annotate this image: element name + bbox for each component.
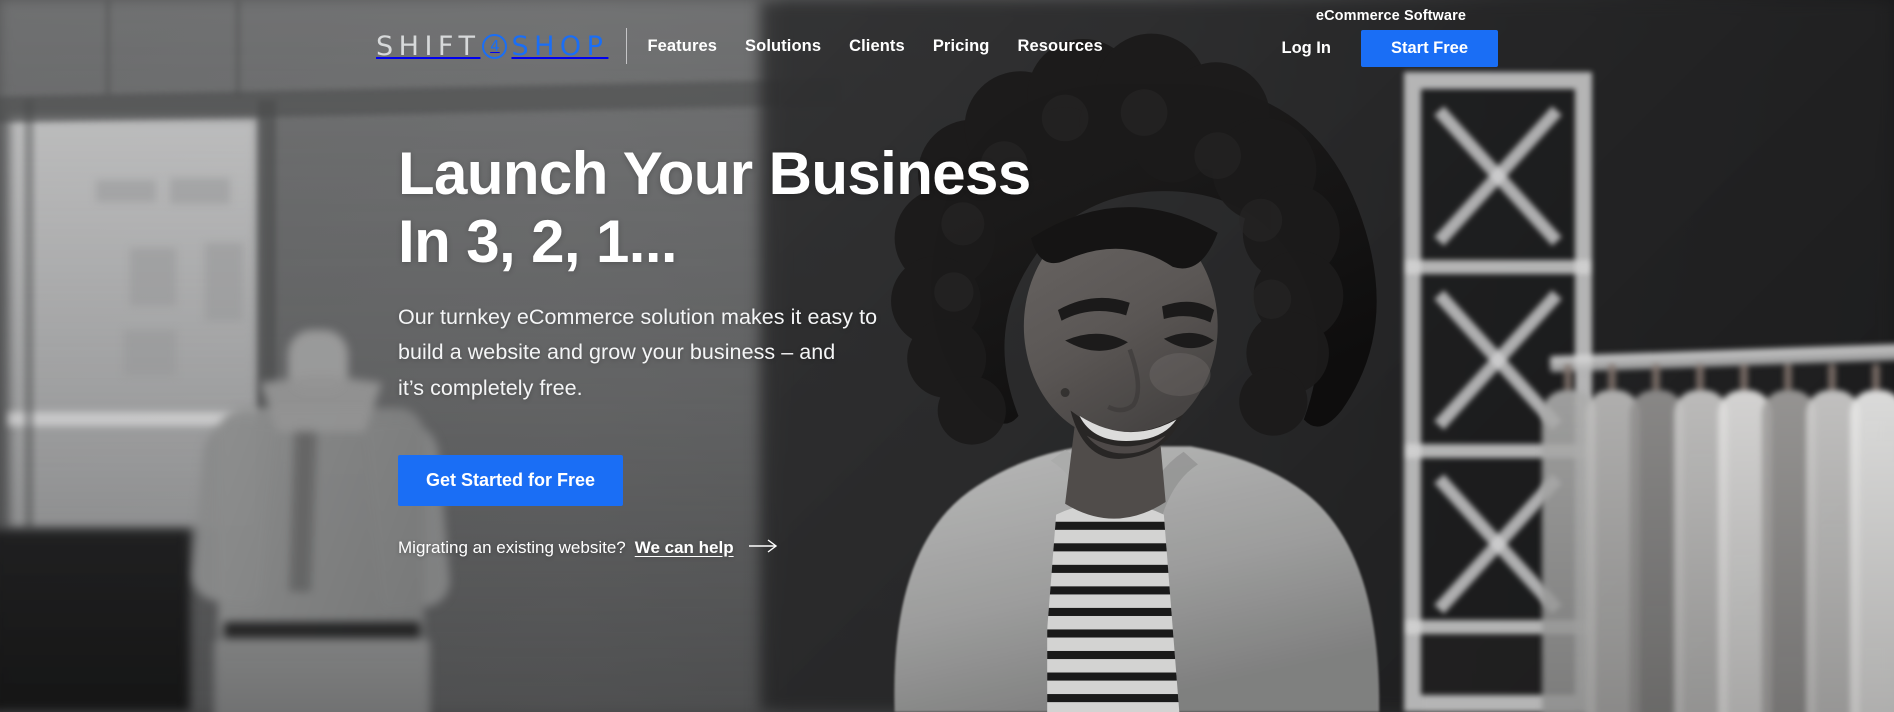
wall-poster [130,248,176,306]
hero-subcopy: Our turnkey eCommerce solution makes it … [398,300,918,407]
page-title: Launch Your Business In 3, 2, 1... [398,140,1038,276]
hanger [1564,364,1572,390]
site-logo[interactable]: SHIFT 4 SHOP [376,33,608,60]
logo-four-badge-icon: 4 [482,33,508,59]
hanger [1652,364,1660,390]
hero-content: Launch Your Business In 3, 2, 1... Our t… [398,140,1038,558]
migration-prompt-row: Migrating an existing website? We can he… [398,538,1038,558]
main-navigation: Features Solutions Clients Pricing Resou… [647,37,1102,56]
clothing-rack [1542,343,1894,712]
mannequin-torso [218,408,424,638]
we-can-help-link[interactable]: We can help [635,538,734,558]
wall-poster [96,180,156,202]
page-root: SHIFT 4 SHOP Features Solutions Clients … [0,0,1894,712]
logo-text-shop: SHOP [511,30,609,62]
subcopy-line-2: build a website and grow your business –… [398,340,836,365]
nav-item-clients[interactable]: Clients [849,37,905,56]
migration-prompt-text: Migrating an existing website? [398,537,626,557]
site-header: SHIFT 4 SHOP Features Solutions Clients … [0,0,1894,82]
brand-and-nav: SHIFT 4 SHOP Features Solutions Clients … [376,28,1103,64]
header-actions: Log In Start Free [1281,30,1498,67]
headline-line-2: In 3, 2, 1... [398,207,678,275]
hanger [1740,364,1748,390]
nav-item-resources[interactable]: Resources [1017,37,1102,56]
nav-item-features[interactable]: Features [647,37,717,56]
header-divider [626,28,628,64]
mannequin-skirt [214,638,430,712]
hanger [1608,364,1616,390]
get-started-button[interactable]: Get Started for Free [398,454,624,506]
start-free-button[interactable]: Start Free [1360,30,1498,67]
header-tagline: eCommerce Software [1315,8,1466,24]
arrow-right-icon [748,538,779,558]
nav-item-solutions[interactable]: Solutions [745,37,821,56]
hanger [1784,364,1792,390]
hanger [1696,364,1704,390]
subcopy-line-3: it’s completely free. [398,375,583,400]
logo-text-shift: SHIFT [376,30,481,62]
hanger [1828,364,1836,390]
mannequin-collar [260,376,382,432]
nav-item-pricing[interactable]: Pricing [933,37,990,56]
headline-line-1: Launch Your Business [398,140,1031,207]
login-link[interactable]: Log In [1281,39,1330,58]
hanging-garment [1850,390,1894,712]
hanger [1872,364,1880,390]
subcopy-line-1: Our turnkey eCommerce solution makes it … [398,304,878,329]
window-mullion [24,100,34,530]
wall-poster [205,243,243,321]
wall-poster [170,178,230,204]
header-account-area: eCommerce Software Log In Start Free [1281,8,1498,67]
